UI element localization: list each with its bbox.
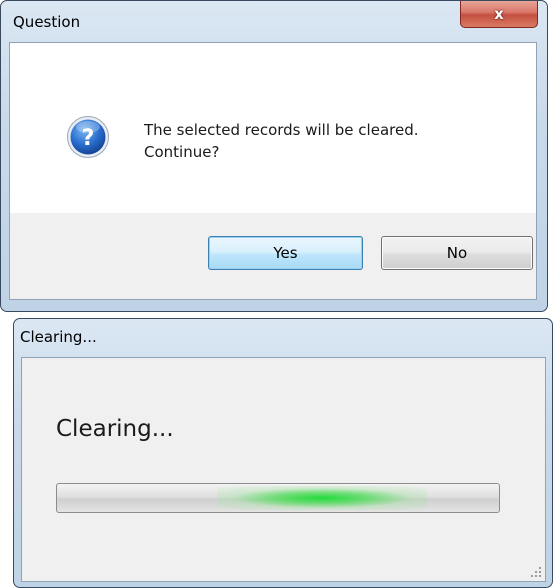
clearing-dialog-title: Clearing...	[20, 328, 97, 346]
question-dialog: Question x ? The selected records will b…	[0, 0, 548, 312]
clearing-heading: Clearing...	[56, 416, 174, 442]
question-dialog-body: ? The selected records will be cleared. …	[9, 42, 537, 300]
question-content-area: ? The selected records will be cleared. …	[10, 43, 536, 213]
question-message-line-1: The selected records will be cleared.	[144, 121, 419, 139]
progress-bar	[56, 483, 500, 513]
no-button[interactable]: No	[381, 236, 533, 270]
resize-grip-icon[interactable]	[530, 566, 542, 578]
question-message: The selected records will be cleared. Co…	[144, 119, 419, 163]
progress-marquee-glow	[217, 486, 427, 510]
question-titlebar[interactable]: Question x	[1, 1, 547, 41]
clearing-dialog-body: Clearing...	[21, 357, 546, 582]
close-icon: x	[494, 4, 504, 23]
question-message-line-2: Continue?	[144, 143, 220, 161]
svg-text:?: ?	[82, 126, 95, 151]
question-icon: ?	[67, 116, 109, 158]
yes-button[interactable]: Yes	[208, 236, 363, 270]
clearing-dialog: Clearing... Clearing...	[13, 318, 553, 588]
close-button[interactable]: x	[460, 1, 538, 28]
question-dialog-title: Question	[13, 13, 81, 31]
